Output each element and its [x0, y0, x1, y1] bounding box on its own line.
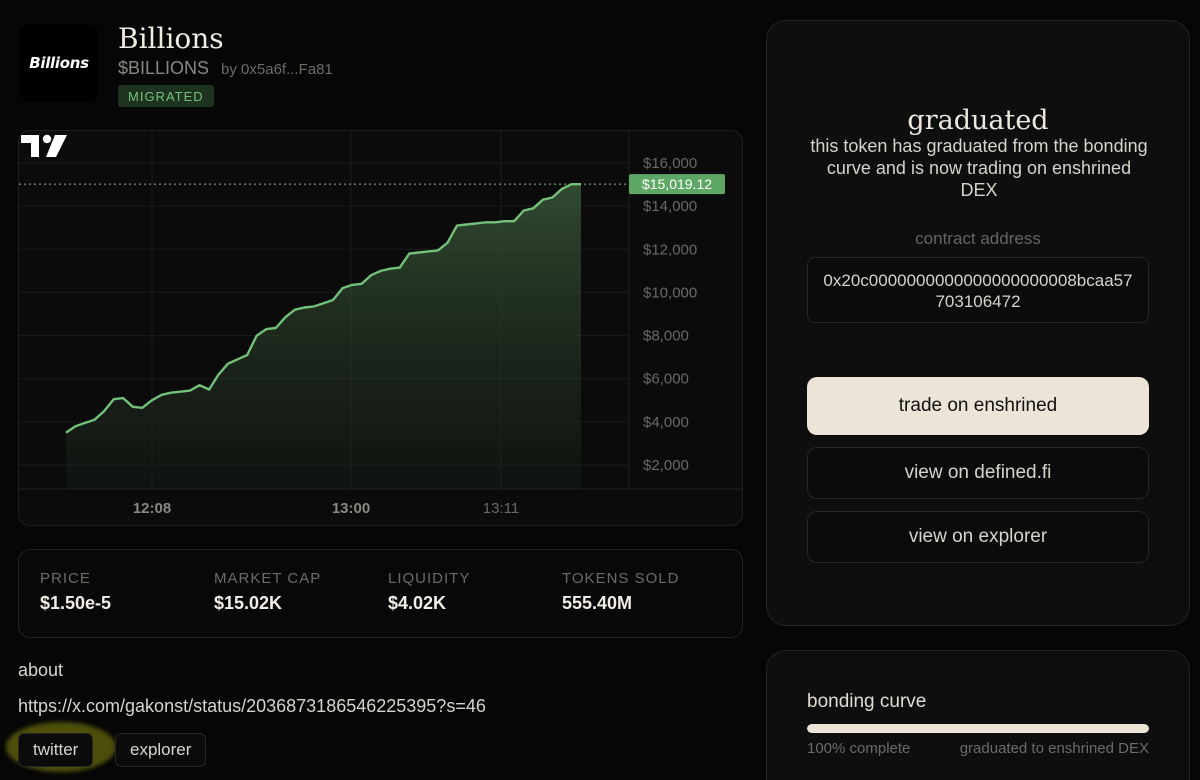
bonding-curve-progress-label: 100% complete: [807, 740, 911, 757]
stat-label: PRICE: [40, 570, 91, 587]
stat-label: LIQUIDITY: [388, 570, 471, 587]
graduated-title: graduated: [907, 105, 1049, 136]
stat-value: 555.40M: [562, 593, 633, 613]
x-tick-label: 13:11: [483, 500, 519, 517]
y-tick-label: $6,000: [643, 371, 689, 388]
creator-address[interactable]: by 0x5a6f...Fa81: [221, 61, 333, 78]
contract-address-label: contract address: [915, 229, 1041, 248]
current-price-label: $15,019.12: [642, 176, 712, 192]
twitter-button[interactable]: twitter: [18, 733, 94, 767]
status-badge: MIGRATED: [118, 85, 214, 107]
stat-market-cap: MARKET CAP $15.02K: [214, 570, 321, 614]
view-on-explorer-button[interactable]: view on explorer: [807, 511, 1149, 563]
y-tick-label: $8,000: [643, 328, 689, 345]
y-tick-label: $14,000: [643, 198, 697, 215]
y-tick-label: $12,000: [643, 241, 697, 258]
y-tick-label: $16,000: [643, 155, 697, 172]
trade-on-enshrined-button[interactable]: trade on enshrined: [807, 377, 1149, 435]
bonding-curve-progress-bar: [807, 724, 1149, 733]
y-tick-label: $10,000: [643, 284, 697, 301]
price-chart-svg[interactable]: $15,019.12 $16,000 $14,000 $12,000 $10,000 $8…: [19, 131, 743, 526]
y-tick-label: $2,000: [643, 457, 689, 474]
bonding-curve-title: bonding curve: [807, 691, 927, 712]
token-logo: Billions: [20, 24, 98, 102]
x-tick-label: 12:08: [133, 500, 171, 517]
stat-value: $4.02K: [388, 593, 447, 613]
about-link[interactable]: https://x.com/gakonst/status/20368731865…: [18, 696, 486, 717]
graduated-panel: graduated this token has graduated from …: [766, 20, 1190, 626]
token-name: Billions: [118, 22, 224, 55]
stat-label: MARKET CAP: [214, 570, 322, 587]
bonding-curve-status: graduated to enshrined DEX: [959, 740, 1149, 757]
price-area: [66, 184, 581, 489]
stat-liquidity: LIQUIDITY $4.02K: [388, 570, 470, 614]
token-logo-text: Billions: [29, 54, 89, 72]
graduated-description: this token has graduated from the bondin…: [810, 136, 1148, 200]
about-heading: about: [18, 660, 64, 680]
stat-price: PRICE $1.50e-5: [40, 570, 111, 614]
price-chart[interactable]: $15,019.12 $16,000 $14,000 $12,000 $10,000 $8…: [18, 130, 743, 526]
tradingview-logo-icon[interactable]: [19, 131, 71, 161]
bonding-curve-progress-fill: [807, 724, 1149, 733]
bonding-curve-panel: bonding curve 100% complete graduated to…: [766, 650, 1190, 780]
token-ticker: $BILLIONS: [118, 58, 210, 78]
explorer-link-button[interactable]: explorer: [115, 733, 207, 767]
contract-address-field[interactable]: 0x20c0000000000000000000008bcaa577031064…: [807, 257, 1149, 323]
stat-value: $15.02K: [214, 593, 283, 613]
token-stats: PRICE $1.50e-5 MARKET CAP $15.02K LIQUID…: [18, 549, 743, 638]
y-tick-label: $4,000: [643, 414, 689, 431]
view-on-defined-button[interactable]: view on defined.fi: [807, 447, 1149, 499]
stat-label: TOKENS SOLD: [562, 570, 680, 587]
token-meta: $BILLIONS by 0x5a6f...Fa81: [118, 58, 333, 79]
x-tick-label: 13:00: [332, 500, 370, 517]
stat-value: $1.50e-5: [40, 593, 112, 613]
stat-tokens-sold: TOKENS SOLD 555.40M: [562, 570, 679, 614]
